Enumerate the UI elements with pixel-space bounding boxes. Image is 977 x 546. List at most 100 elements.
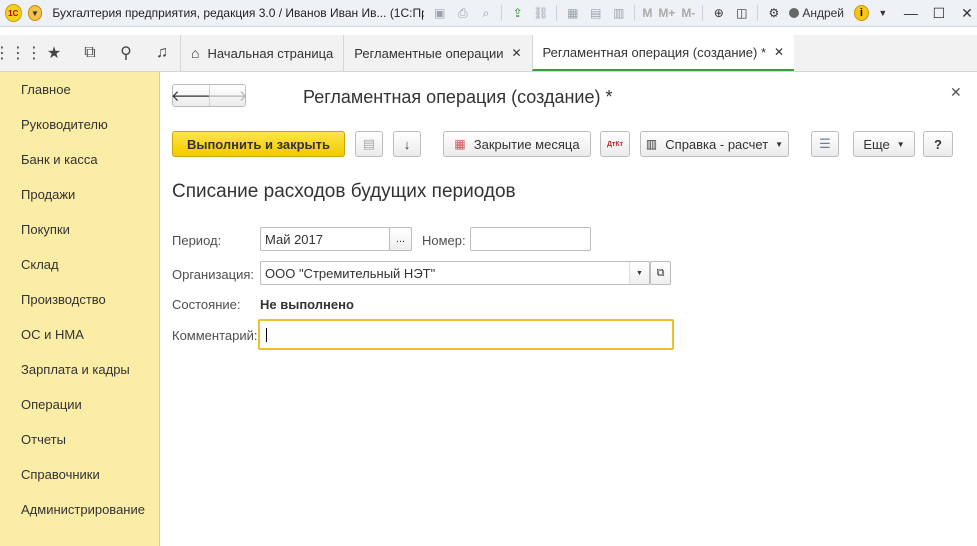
operation-title: Списание расходов будущих периодов [172, 181, 516, 202]
favorites-icon[interactable]: ★ [36, 35, 72, 71]
sidebar-item-bank[interactable]: Банк и касса [0, 142, 159, 177]
close-form-icon[interactable]: ✕ [950, 84, 962, 101]
dt-kt-button[interactable]: ДтКт [600, 131, 630, 157]
sidebar-item-reports[interactable]: Отчеты [0, 422, 159, 457]
form-title: Регламентная операция (создание) * [303, 87, 613, 107]
sidebar-item-purchases[interactable]: Покупки [0, 212, 159, 247]
form-area: 🡐 🡒 Регламентная операция (создание) * ✕… [161, 72, 977, 546]
tab-label: Начальная страница [207, 45, 334, 61]
print-icon[interactable]: ⎙ [454, 4, 472, 22]
info-icon[interactable]: i [854, 5, 869, 21]
number-field[interactable] [470, 227, 591, 251]
document-flow-icon: ▤ [362, 136, 376, 151]
organization-field[interactable]: ООО "Стремительный НЭТ" [260, 261, 650, 285]
notifications-icon[interactable]: ♫ [144, 35, 180, 71]
state-label: Состояние: [172, 297, 241, 312]
user-name: Андрей [802, 6, 845, 20]
forward-arrow-icon[interactable]: 🡒 [207, 85, 248, 106]
settings-icon[interactable]: ⚙ [765, 4, 783, 22]
history-navigation: 🡐 🡒 [171, 84, 248, 107]
sidebar-item-operations[interactable]: Операции [0, 387, 159, 422]
month-close-button[interactable]: ▦ Закрытие месяца [443, 131, 591, 157]
user-icon [789, 8, 800, 18]
sidebar-item-sales[interactable]: Продажи [0, 177, 159, 212]
history-icon[interactable]: ⧉ [72, 35, 108, 71]
button-label: Справка - расчет [665, 136, 769, 152]
sidebar-item-main[interactable]: Главное [0, 72, 159, 107]
close-tab-icon[interactable]: ✕ [774, 45, 784, 59]
sections-menu-icon[interactable]: ⋮⋮⋮ [0, 35, 42, 71]
list-settings-button[interactable]: ☰ [811, 131, 839, 157]
close-window-icon[interactable]: ✕ [957, 3, 977, 23]
state-value: Не выполнено [260, 297, 354, 312]
open-windows-bar: ⋮⋮⋮ ★ ⧉ ⚲ ♫ ⌂ Начальная страница Регламе… [0, 35, 977, 72]
calendar-icon[interactable]: ▤ [587, 4, 605, 22]
tab-home[interactable]: ⌂ Начальная страница [180, 35, 343, 71]
button-label: ? [934, 136, 942, 152]
period-field[interactable]: Май 2017 [260, 227, 390, 251]
down-arrow-icon: ↓ [403, 136, 411, 152]
sections-sidebar: Главное Руководителю Банк и касса Продаж… [0, 72, 160, 546]
document-flow-button[interactable]: ▤ [355, 131, 383, 157]
comment-label: Комментарий: [172, 328, 258, 343]
back-arrow-icon[interactable]: 🡐 [171, 85, 211, 106]
dt-kt-icon: ДтКт [606, 140, 624, 148]
dropdown-caret-icon: ▼ [775, 139, 784, 149]
button-label: Закрытие месяца [473, 136, 580, 152]
button-label: Выполнить и закрыть [186, 136, 331, 152]
help-button[interactable]: ? [923, 131, 953, 157]
sidebar-item-warehouse[interactable]: Склад [0, 247, 159, 282]
reference-calculation-button[interactable]: ▥ Справка - расчет ▼ [640, 131, 789, 157]
button-label: Еще [863, 136, 890, 152]
more-button[interactable]: Еще ▼ [853, 131, 915, 157]
period-select-button[interactable]: ... [389, 227, 412, 251]
tab-label: Регламентные операции [354, 45, 504, 61]
post-down-button[interactable]: ↓ [393, 131, 421, 157]
separator [757, 5, 759, 21]
period-value: Май 2017 [265, 231, 323, 247]
search-icon[interactable]: ⚲ [108, 35, 144, 71]
app-logo-icon[interactable]: 1С [5, 4, 22, 22]
comment-field[interactable] [258, 319, 674, 350]
tab-regulated-operation-create[interactable]: Регламентная операция (создание) * ✕ [531, 35, 795, 71]
preview-icon[interactable]: ⌕ [477, 4, 495, 22]
open-external-icon: ⧉ [656, 266, 665, 279]
text-cursor [266, 328, 267, 342]
sidebar-item-manager[interactable]: Руководителю [0, 107, 159, 142]
memory-minus-button[interactable]: M- [681, 6, 695, 20]
memory-plus-button[interactable]: M+ [658, 6, 675, 20]
sidebar-item-payroll[interactable]: Зарплата и кадры [0, 352, 159, 387]
separator [556, 5, 558, 21]
app-title: Бухгалтерия предприятия, редакция 3.0 / … [52, 6, 424, 20]
panel-icon[interactable]: ◫ [733, 4, 751, 22]
title-bar: 1С ▼ Бухгалтерия предприятия, редакция 3… [0, 0, 977, 27]
user-menu[interactable]: Андрей [789, 6, 844, 20]
maximize-window-icon[interactable]: ☐ [929, 3, 949, 23]
minimize-window-icon[interactable]: — [901, 3, 921, 23]
execute-and-close-button[interactable]: Выполнить и закрыть [172, 131, 345, 157]
sidebar-item-production[interactable]: Производство [0, 282, 159, 317]
organization-dropdown-button[interactable]: ▼ [629, 261, 650, 285]
minimize-icon[interactable]: ▼ [873, 3, 893, 23]
sidebar-item-directories[interactable]: Справочники [0, 457, 159, 492]
organization-open-button[interactable]: ⧉ [650, 261, 671, 285]
separator [634, 5, 636, 21]
spreadsheet-icon[interactable]: ▦ [564, 4, 582, 22]
memory-m-button[interactable]: M [642, 6, 652, 20]
save-icon[interactable]: ▣ [431, 4, 449, 22]
link-icon[interactable]: ⛓ [532, 4, 550, 22]
chevron-down-icon: ▼ [636, 269, 643, 277]
calculator-icon[interactable]: ▥ [610, 4, 628, 22]
calendar-31-icon: ▦ [454, 137, 466, 151]
dropdown-caret-icon: ▼ [896, 139, 905, 149]
sidebar-item-administration[interactable]: Администрирование [0, 492, 159, 527]
organization-value: ООО "Стремительный НЭТ" [265, 265, 436, 281]
sidebar-item-fixed-assets[interactable]: ОС и НМА [0, 317, 159, 352]
zoom-icon[interactable]: ⊕ [710, 4, 728, 22]
main-menu-icon[interactable]: ▼ [27, 5, 43, 21]
close-tab-icon[interactable]: ✕ [511, 46, 521, 60]
tab-regulated-operations[interactable]: Регламентные операции ✕ [343, 35, 531, 71]
separator [501, 5, 503, 21]
upload-icon[interactable]: ⇪ [509, 4, 527, 22]
list-icon: ☰ [819, 136, 831, 151]
